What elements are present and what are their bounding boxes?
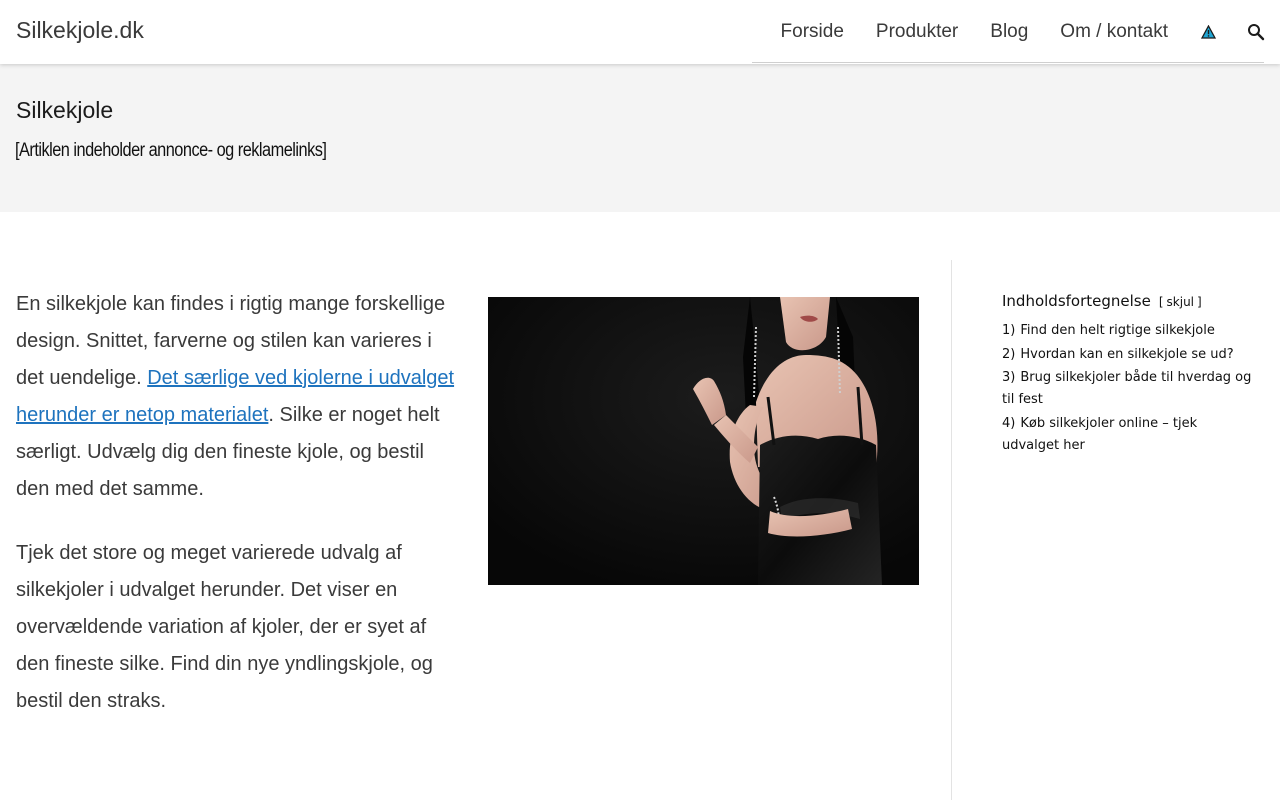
toc-item-link[interactable]: Find den helt rigtige silkekjole bbox=[1020, 323, 1215, 338]
toc-item-link[interactable]: Hvordan kan en silkekjole se ud? bbox=[1020, 347, 1233, 362]
toc-toggle-open-bracket: [ bbox=[1158, 295, 1164, 309]
search-icon[interactable] bbox=[1232, 0, 1280, 64]
toc-item: 1) Find den helt rigtige silkekjole bbox=[1002, 320, 1252, 342]
toc-item-link[interactable]: Brug silkekjoler både til hverdag og til… bbox=[1002, 370, 1251, 407]
toc-hide-link[interactable]: skjul bbox=[1164, 295, 1197, 309]
nav-divider bbox=[752, 62, 1264, 63]
nav-item-produkter[interactable]: Produkter bbox=[860, 0, 974, 64]
site-header: Silkekjole.dk Forside Produkter Blog Om … bbox=[0, 0, 1280, 64]
toc-toggle: [skjul] bbox=[1159, 295, 1202, 309]
toc-item: 2) Hvordan kan en silkekjole se ud? bbox=[1002, 344, 1252, 366]
page-title: Silkekjole bbox=[16, 97, 114, 123]
intro-paragraph: En silkekjole kan findes i rigtig mange … bbox=[16, 286, 456, 508]
toc-toggle-close-bracket: ] bbox=[1197, 295, 1202, 309]
toc-item-number: 4) bbox=[1002, 415, 1016, 431]
second-paragraph: Tjek det store og meget varierede udvalg… bbox=[16, 542, 433, 712]
toc-item: 3) Brug silkekjoler både til hverdag og t… bbox=[1002, 367, 1252, 411]
nav-item-forside[interactable]: Forside bbox=[765, 0, 860, 64]
toc-title: Indholdsfortegnelse bbox=[1002, 292, 1151, 310]
warning-icon[interactable] bbox=[1184, 0, 1232, 64]
site-title-link[interactable]: Silkekjole.dk bbox=[16, 17, 144, 44]
toc-item: 4) Køb silkekjoler online – tjek udvalget… bbox=[1002, 413, 1252, 457]
toc-item-link[interactable]: Køb silkekjoler online – tjek udvalget h… bbox=[1002, 416, 1197, 453]
toc-list: 1) Find den helt rigtige silkekjole 2) Hvo… bbox=[1002, 320, 1252, 457]
silk-dress-photo bbox=[488, 297, 919, 585]
nav-item-blog[interactable]: Blog bbox=[974, 0, 1044, 64]
ad-disclaimer: [Artiklen indeholder annonce- og reklame… bbox=[15, 140, 327, 161]
sidebar-divider bbox=[951, 260, 952, 800]
toc-item-number: 2) bbox=[1002, 346, 1016, 362]
article-text: En silkekjole kan findes i rigtig mange … bbox=[16, 286, 456, 747]
toc-item-number: 3) bbox=[1002, 370, 1016, 385]
nav-item-om-kontakt[interactable]: Om / kontakt bbox=[1044, 0, 1184, 64]
table-of-contents: Indholdsfortegnelse [skjul] 1) Find den h… bbox=[1002, 292, 1252, 458]
toc-item-number: 1) bbox=[1002, 323, 1016, 338]
toc-header: Indholdsfortegnelse [skjul] bbox=[1002, 292, 1252, 310]
page-title-band: Silkekjole [Artiklen indeholder annonce-… bbox=[0, 64, 1280, 212]
main-navigation: Forside Produkter Blog Om / kontakt bbox=[765, 0, 1280, 64]
